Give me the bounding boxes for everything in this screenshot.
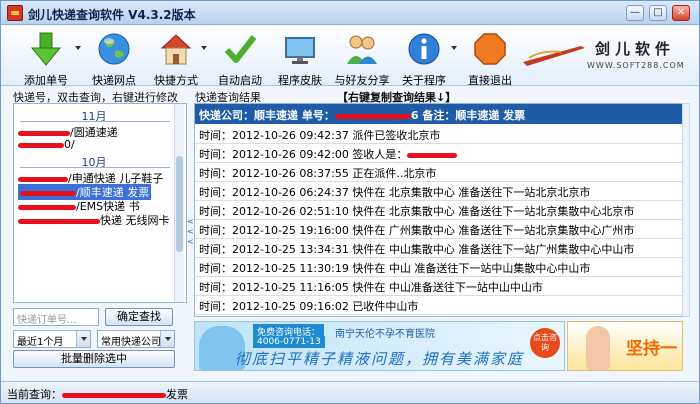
table-row[interactable]: 时间：2012-10-25 11:16:05 快件在 中山准备送往下一站中山中山… <box>195 276 682 296</box>
brand-logo: 剑儿软件 WWW.SOFT288.COM <box>521 30 691 78</box>
table-row[interactable]: 时间：2012-10-26 08:37:55 正在派件..北京市 <box>195 162 682 182</box>
chevron-left-icon: < <box>187 237 194 246</box>
house-icon <box>160 34 192 65</box>
exit-button[interactable]: 直接退出 <box>465 30 515 87</box>
ad-consult-badge[interactable]: 点击咨询 <box>530 328 560 358</box>
shortcut-label: 快捷方式 <box>154 74 198 87</box>
table-row[interactable]: 时间：2012-10-26 02:51:10 快件在 北京集散中心 准备送往下一… <box>195 200 682 220</box>
list-item[interactable]: 0/ <box>18 138 75 151</box>
period-select[interactable]: 最近1个月 <box>13 330 91 348</box>
table-row[interactable]: 时间：2012-10-26 09:42:00 签收人是： <box>195 143 682 163</box>
tracking-number-input[interactable]: 快递订单号... <box>13 308 99 326</box>
advertisement-side[interactable]: 坚持一 <box>567 321 683 371</box>
add-number-button[interactable]: 添加单号 <box>19 30 73 87</box>
share-friends-label: 与好友分享 <box>334 74 390 87</box>
status-tail: 发票 <box>166 388 188 401</box>
ad-slogan: 彻底扫平精子精液问题，拥有美满家庭 <box>235 350 525 368</box>
courier-outlets-button[interactable]: 快递网点 <box>89 30 139 87</box>
close-button[interactable]: ✕ <box>672 5 690 21</box>
redaction <box>334 113 411 119</box>
batch-delete-button[interactable]: 批量删除选中 <box>13 350 175 368</box>
globe-icon <box>98 33 130 65</box>
redaction <box>20 190 76 196</box>
toolbar: 添加单号 快递网点 快捷方式 自动启动 程序皮肤 与好友分享 关于程序 直接退出… <box>1 26 699 87</box>
about-program-button[interactable]: 关于程序 <box>399 30 449 87</box>
brand-url: WWW.SOFT288.COM <box>587 61 685 70</box>
chevron-down-icon[interactable] <box>76 331 90 347</box>
title-bar: 剑儿快递查询软件 V4.3.2版本 — □ ✕ <box>1 1 699 25</box>
program-skin-label: 程序皮肤 <box>278 74 322 87</box>
app-window: 剑儿快递查询软件 V4.3.2版本 — □ ✕ 添加单号 快递网点 快捷方式 自… <box>0 0 700 404</box>
chevron-left-icon: < <box>187 227 194 236</box>
check-icon <box>224 35 257 63</box>
person-image <box>586 326 610 370</box>
minimize-button[interactable]: — <box>626 5 644 21</box>
ad-hotline-number: 4006-0771-13 <box>253 336 325 348</box>
ad-hospital-name: 南宁天伦不孕不育医院 <box>335 329 435 340</box>
maximize-button[interactable]: □ <box>649 5 667 21</box>
divider <box>20 167 170 168</box>
window-title: 剑儿快递查询软件 V4.3.2版本 <box>28 8 196 22</box>
info-icon <box>408 33 440 65</box>
redaction <box>18 142 64 148</box>
chevron-down-icon[interactable] <box>201 46 207 50</box>
exit-label: 直接退出 <box>468 74 512 87</box>
table-row[interactable]: 时间：2012-10-25 19:16:00 快件在 广州集散中心 准备送往下一… <box>195 219 682 239</box>
status-bar: 当前查询： 发票 <box>1 381 699 403</box>
list-item[interactable]: 快递 无线网卡 <box>18 212 170 228</box>
redaction <box>62 392 166 398</box>
green-down-arrow-icon <box>30 32 62 66</box>
auto-start-label: 自动启动 <box>218 74 262 87</box>
results-list[interactable]: 快递公司：顺丰速递 单号： 6 备注：顺丰速递 发票 时间：2012-10-26 … <box>194 103 683 317</box>
collapse-panel-toggle[interactable]: < < < <box>187 101 194 373</box>
result-header: 快递公司：顺丰速递 单号： 6 备注：顺丰速递 发票 <box>195 104 682 124</box>
search-button[interactable]: 确定查找 <box>105 308 173 326</box>
chevron-down-icon[interactable] <box>451 46 457 50</box>
table-row[interactable]: 时间：2012-10-26 09:42:37 派件已签收北京市 <box>195 124 682 144</box>
advertisement-banner[interactable]: 免费咨询电话： 4006-0771-13 南宁天伦不孕不育医院 彻底扫平精子精液… <box>194 321 565 371</box>
chevron-down-icon[interactable] <box>160 331 174 347</box>
stop-icon <box>474 33 506 65</box>
shortcut-button[interactable]: 快捷方式 <box>151 30 201 87</box>
sword-logo-icon <box>523 46 585 66</box>
app-icon <box>7 5 23 21</box>
company-select[interactable]: 常用快递公司 <box>97 330 175 348</box>
redaction <box>18 218 100 224</box>
courier-outlets-label: 快递网点 <box>92 74 136 87</box>
table-row[interactable]: 时间：2012-10-25 13:34:31 快件在 中山集散中心 准备送往下一… <box>195 238 682 258</box>
add-number-label: 添加单号 <box>24 74 68 87</box>
redaction <box>407 152 458 158</box>
redaction <box>18 176 68 182</box>
monitor-icon <box>285 37 315 64</box>
redaction <box>18 130 70 136</box>
share-friends-button[interactable]: 与好友分享 <box>333 30 391 87</box>
redaction <box>18 204 76 210</box>
left-scrollbar[interactable] <box>174 104 184 302</box>
brand-name: 剑儿软件 <box>595 40 676 58</box>
divider <box>20 121 170 122</box>
tracking-number-list[interactable]: 11月 /圆通速递 0/ 10月 /申通快递 儿子鞋子 /顺丰速递 发票 /EM… <box>13 103 187 303</box>
program-skin-button[interactable]: 程序皮肤 <box>275 30 325 87</box>
ad-side-text: 坚持一 <box>626 339 677 359</box>
chevron-down-icon[interactable] <box>75 46 81 50</box>
table-row[interactable]: 时间：2012-10-25 09:16:02 已收件中山市 <box>195 295 682 315</box>
scrollbar-thumb[interactable] <box>176 156 183 252</box>
people-icon <box>347 35 377 64</box>
auto-start-button[interactable]: 自动启动 <box>215 30 265 87</box>
table-row[interactable]: 时间：2012-10-26 06:24:37 快件在 北京集散中心 准备送往下一… <box>195 181 682 201</box>
results-scrollbar[interactable] <box>682 103 690 317</box>
about-program-label: 关于程序 <box>402 74 446 87</box>
chevron-left-icon: < <box>187 217 194 226</box>
status-label: 当前查询： <box>7 388 62 401</box>
table-row[interactable]: 时间：2012-10-25 11:30:19 快件在 中山 准备送往下一站中山集… <box>195 257 682 277</box>
